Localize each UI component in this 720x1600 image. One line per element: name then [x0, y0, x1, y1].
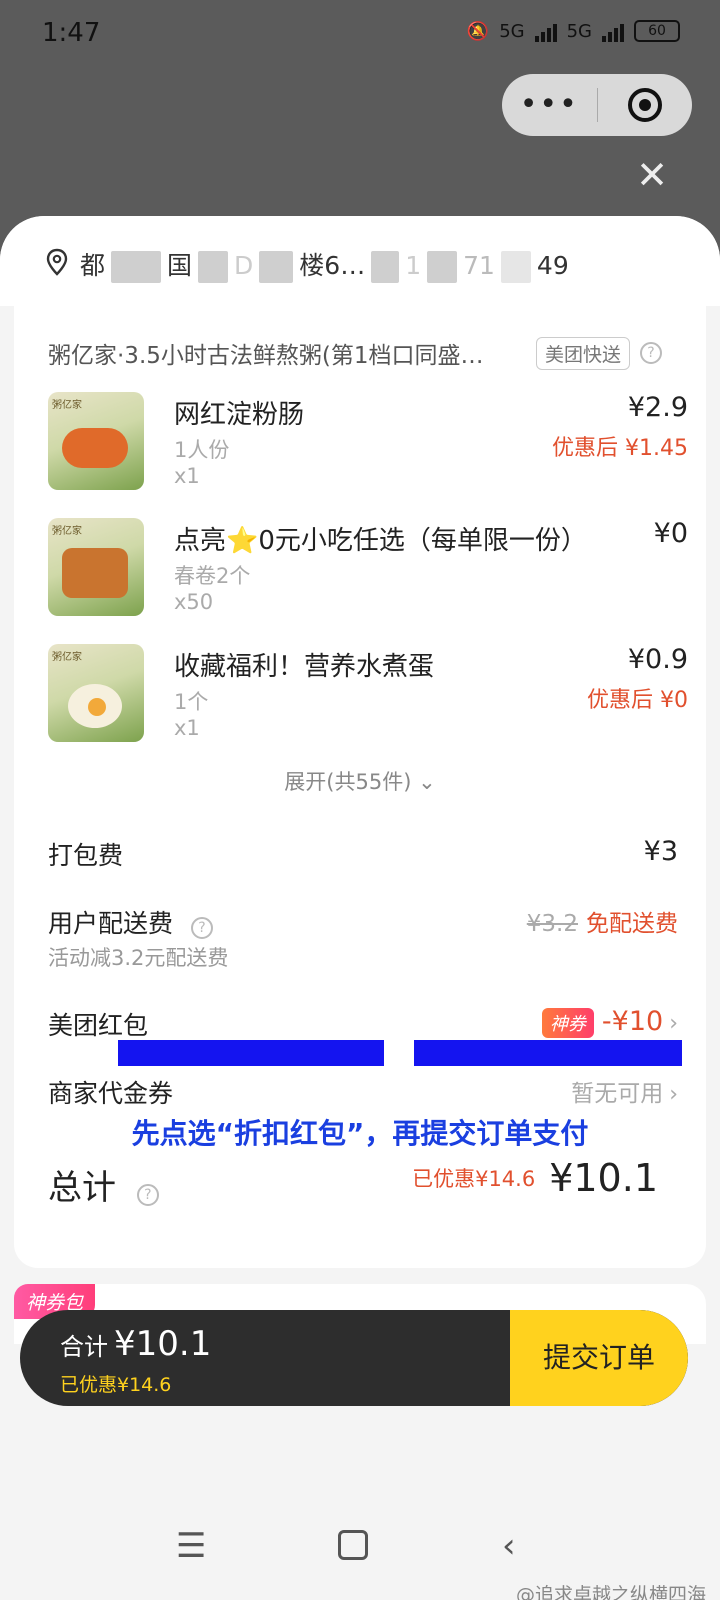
item-name: 收藏福利！营养水煮蛋 [174, 652, 435, 682]
delivery-fee-text: 用户配送费 [48, 909, 174, 938]
watermark: @追求卓越之纵横四海 [515, 1584, 706, 1600]
delivery-tag: 美团快送 [536, 336, 631, 370]
item-discount: 优惠后 ¥0 [587, 688, 688, 713]
help-icon[interactable]: ? [640, 342, 663, 364]
checkout-discount: 已优惠¥14.6 [60, 1374, 172, 1396]
item-price: ¥0 [653, 518, 688, 549]
mute-icon: 🔕 [466, 20, 490, 42]
item-spec: 春卷2个 [174, 564, 251, 588]
item-name: 点亮⭐0元小吃任选（每单限一份） [174, 526, 587, 556]
target-icon[interactable] [598, 88, 693, 122]
merchant-voucher-value: 暂无可用 › [571, 1074, 678, 1108]
red-packet-amount: -¥10 [601, 1006, 664, 1037]
item-thumbnail: 粥亿家 [48, 392, 144, 490]
free-delivery-label: 免配送费 [586, 911, 678, 937]
expand-items-button[interactable]: 展开(共55件) ⌄ [14, 766, 706, 796]
voucher-status: 暂无可用 [571, 1081, 664, 1107]
help-icon[interactable]: ? [136, 1184, 159, 1206]
packing-fee-label: 打包费 [48, 841, 124, 870]
item-price: ¥0.9 [627, 644, 688, 675]
item-spec: 1人份 [174, 438, 230, 462]
delivery-original-price: ¥3.2 [526, 911, 578, 937]
menu-icon[interactable]: ☰ [176, 1526, 206, 1566]
store-name[interactable]: 粥亿家·3.5小时古法鲜熬粥(第1档口同盛… [48, 336, 518, 370]
red-packet-label: 美团红包 [48, 1011, 149, 1040]
delivery-fee-label: 用户配送费 ? [48, 904, 213, 940]
item-qty: x1 [174, 464, 200, 488]
order-item: 粥亿家 收藏福利！营养水煮蛋 1个 x1 ¥0.9 优惠后 ¥0 [48, 644, 688, 744]
store-row: 粥亿家·3.5小时古法鲜熬粥(第1档口同盛… 美团快送 ? [48, 336, 678, 370]
chevron-down-icon: ⌄ [418, 770, 436, 794]
signal-icon [602, 20, 624, 42]
address-seg: 国 [167, 251, 193, 280]
more-icon[interactable]: ••• [502, 74, 597, 136]
address-seg: 都 [80, 251, 106, 280]
item-discount: 优惠后 ¥1.45 [552, 436, 688, 461]
home-square-icon[interactable] [338, 1530, 368, 1560]
red-packet-value: 神券 -¥10 › [541, 1006, 678, 1038]
super-coupon-badge: 神券 [541, 1007, 594, 1038]
total-text: 总计 [48, 1168, 116, 1208]
address-seg: D [234, 251, 254, 280]
back-icon[interactable]: ‹ [502, 1526, 516, 1566]
item-spec: 1个 [174, 690, 209, 714]
battery-icon: 60 [634, 20, 680, 42]
checkout-bar: 合计 ¥10.1 已优惠¥14.6 提交订单 [20, 1310, 688, 1406]
total-amount-block: 已优惠¥14.6 ¥10.1 [412, 1156, 658, 1200]
order-item: 粥亿家 网红淀粉肠 1人份 x1 ¥2.9 优惠后 ¥1.45 [48, 392, 688, 492]
item-name: 网红淀粉肠 [174, 400, 305, 430]
expand-label: 展开(共55件) [284, 770, 412, 794]
total-discount: 已优惠¥14.6 [412, 1167, 536, 1191]
close-icon[interactable]: ✕ [636, 156, 668, 194]
status-time: 1:47 [42, 18, 101, 48]
packing-fee-value: ¥3 [643, 836, 678, 867]
item-price: ¥2.9 [627, 392, 688, 423]
status-icons: 🔕 5G 5G 60 [467, 20, 680, 42]
address-text: 都 国 D 楼6… 1 71 49 [80, 246, 569, 283]
checkout-total: 合计 ¥10.1 [60, 1324, 211, 1364]
checkout-total-amount: ¥10.1 [114, 1324, 212, 1364]
item-thumbnail: 粥亿家 [48, 518, 144, 616]
network-label-2: 5G [566, 20, 592, 42]
network-label-1: 5G [499, 20, 525, 42]
total-label: 总计 ? [48, 1160, 159, 1209]
help-icon[interactable]: ? [190, 917, 213, 939]
redaction-bar [414, 1040, 682, 1066]
location-pin-icon [46, 248, 68, 276]
order-card: 粥亿家·3.5小时古法鲜熬粥(第1档口同盛… 美团快送 ? 粥亿家 网红淀粉肠 … [14, 306, 706, 1268]
redaction-bar [118, 1040, 384, 1066]
signal-icon [534, 20, 557, 42]
delivery-fee-value: ¥3.2 免配送费 [527, 904, 678, 938]
item-qty: x1 [174, 716, 200, 740]
merchant-voucher-label: 商家代金券 [48, 1079, 174, 1108]
chevron-right-icon: › [669, 1082, 678, 1107]
address-seg: 楼6… [299, 251, 366, 280]
chevron-right-icon: › [669, 1011, 678, 1036]
address-seg: 49 [536, 251, 569, 280]
order-item: 粥亿家 点亮⭐0元小吃任选（每单限一份） 春卷2个 x50 ¥0 [48, 518, 688, 618]
item-qty: x50 [174, 590, 214, 614]
order-sheet: 都 国 D 楼6… 1 71 49 粥亿家·3.5小时古法鲜熬粥(第1档口同盛… 美团快送 … [0, 216, 720, 1600]
address-bar[interactable]: 都 国 D 楼6… 1 71 49 [0, 216, 720, 306]
status-bar: 1:47 🔕 5G 5G 60 [0, 0, 720, 70]
item-thumbnail: 粥亿家 [48, 644, 144, 742]
instruction-notice: 先点选“折扣红包”，再提交订单支付 [131, 1117, 589, 1150]
total-amount: ¥10.1 [549, 1156, 658, 1200]
checkout-total-label: 合计 [60, 1333, 108, 1361]
miniprogram-capsule: ••• [502, 74, 692, 136]
delivery-fee-note: 活动减3.2元配送费 [48, 946, 229, 970]
address-seg: 1 [405, 251, 422, 280]
submit-order-button[interactable]: 提交订单 [510, 1310, 688, 1406]
address-seg: 71 [463, 251, 495, 280]
